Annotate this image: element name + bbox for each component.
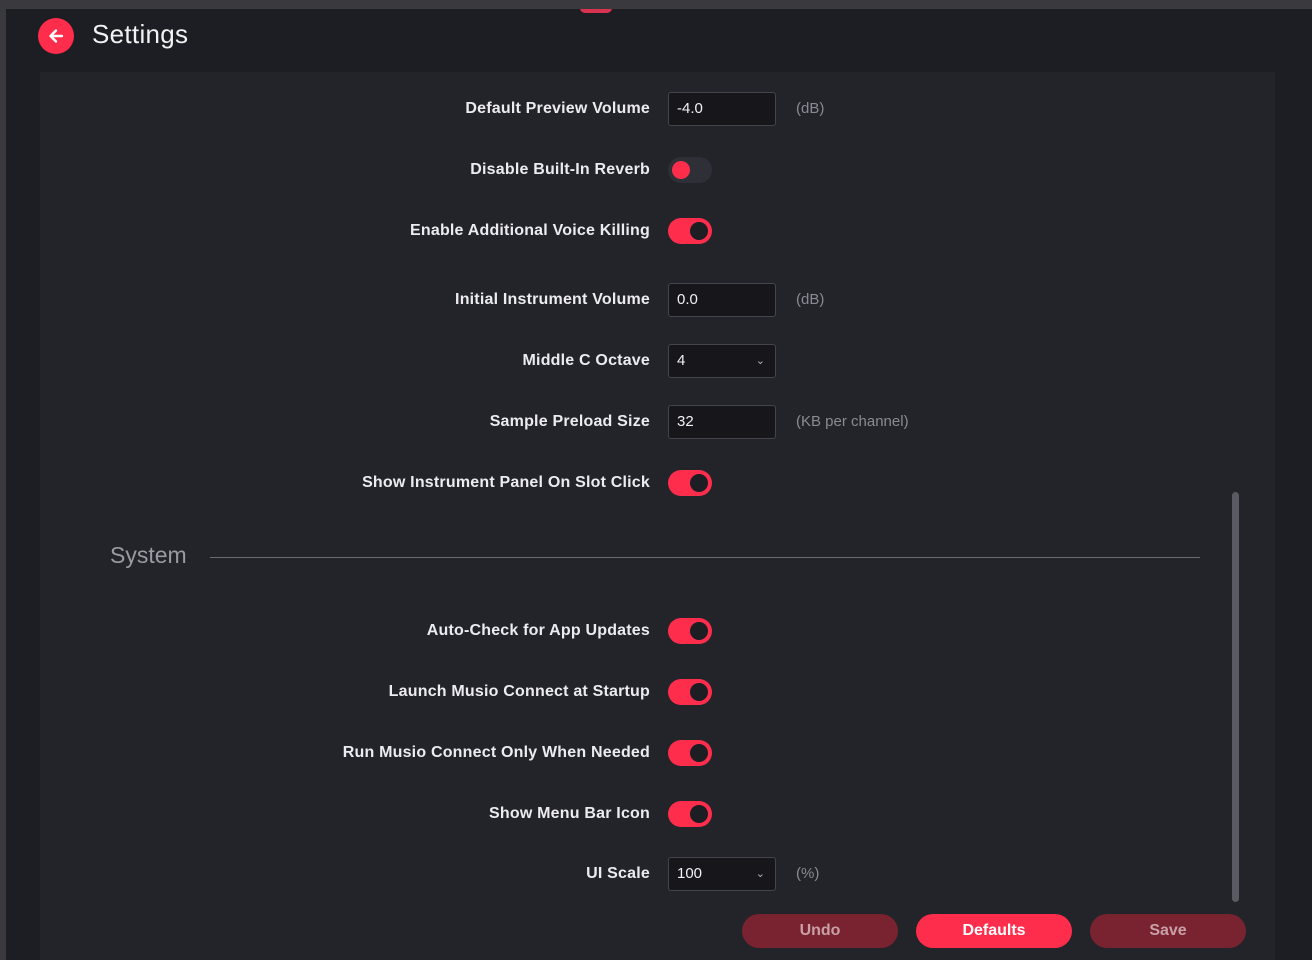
scrollbar-thumb[interactable]	[1232, 492, 1239, 902]
back-button[interactable]	[38, 18, 74, 54]
setting-label: Default Preview Volume	[465, 100, 650, 117]
sample-preload-size-input[interactable]: 32	[668, 405, 776, 439]
toggle-knob	[690, 622, 708, 640]
default-preview-volume-input[interactable]: -4.0	[668, 92, 776, 126]
setting-row-middle-c: Middle C Octave 4 ⌄	[40, 344, 1240, 378]
undo-button[interactable]: Undo	[742, 914, 898, 948]
section-title-system: System	[110, 542, 187, 568]
section-divider	[210, 557, 1200, 558]
menu-bar-icon-toggle[interactable]	[668, 801, 712, 827]
setting-row-menu-bar-icon: Show Menu Bar Icon	[40, 797, 1240, 831]
auto-check-toggle[interactable]	[668, 618, 712, 644]
unit-label: (KB per channel)	[796, 413, 909, 430]
setting-label: Run Musio Connect Only When Needed	[342, 744, 650, 761]
setting-row-preload-size: Sample Preload Size 32 (KB per channel)	[40, 405, 1240, 439]
toggle-knob	[690, 222, 708, 240]
setting-label: Auto-Check for App Updates	[426, 622, 650, 639]
disable-reverb-toggle[interactable]	[668, 157, 712, 183]
select-value: 4	[677, 352, 686, 369]
unit-label: (%)	[796, 865, 820, 882]
setting-row-run-connect: Run Musio Connect Only When Needed	[40, 736, 1240, 770]
settings-panel: Default Preview Volume -4.0 (dB) Disable…	[40, 72, 1275, 960]
toggle-knob	[690, 744, 708, 762]
launch-connect-toggle[interactable]	[668, 679, 712, 705]
save-button[interactable]: Save	[1090, 914, 1246, 948]
chevron-down-icon: ⌄	[755, 868, 765, 880]
setting-label: Sample Preload Size	[489, 413, 650, 430]
setting-row-ui-scale: UI Scale 100 ⌄ (%)	[40, 857, 1240, 891]
settings-window: Settings Default Preview Volume -4.0 (dB…	[6, 9, 1312, 960]
voice-killing-toggle[interactable]	[668, 218, 712, 244]
setting-label: Disable Built-In Reverb	[470, 161, 650, 178]
setting-row-voice-killing: Enable Additional Voice Killing	[40, 214, 1240, 248]
run-connect-toggle[interactable]	[668, 740, 712, 766]
setting-row-auto-check: Auto-Check for App Updates	[40, 614, 1240, 648]
setting-label: Launch Musio Connect at Startup	[388, 683, 650, 700]
setting-row-instrument-panel: Show Instrument Panel On Slot Click	[40, 466, 1240, 500]
toggle-knob	[690, 474, 708, 492]
select-value: 100	[677, 865, 703, 882]
header: Settings	[6, 9, 1312, 72]
default-preview-volume-field[interactable]: -4.0	[668, 92, 776, 126]
setting-label: Middle C Octave	[522, 352, 650, 369]
setting-label: Show Menu Bar Icon	[489, 805, 650, 822]
arrow-left-icon	[49, 29, 64, 43]
chevron-down-icon: ⌄	[755, 355, 765, 367]
toggle-knob	[690, 805, 708, 823]
setting-label: UI Scale	[586, 865, 650, 882]
ui-scale-select[interactable]: 100 ⌄	[668, 857, 776, 891]
unit-label: (dB)	[796, 291, 825, 308]
setting-label: Enable Additional Voice Killing	[410, 222, 650, 239]
setting-row-default-preview-volume: Default Preview Volume -4.0 (dB)	[40, 92, 1240, 126]
setting-label: Show Instrument Panel On Slot Click	[362, 474, 650, 491]
middle-c-octave-select[interactable]: 4 ⌄	[668, 344, 776, 378]
setting-row-launch-connect: Launch Musio Connect at Startup	[40, 675, 1240, 709]
setting-row-instrument-volume: Initial Instrument Volume 0.0 (dB)	[40, 283, 1240, 317]
instrument-volume-input[interactable]: 0.0	[668, 283, 776, 317]
unit-label: (dB)	[796, 100, 825, 117]
page-title: Settings	[92, 19, 189, 49]
setting-label: Initial Instrument Volume	[455, 291, 650, 308]
setting-row-disable-reverb: Disable Built-In Reverb	[40, 153, 1240, 187]
defaults-button[interactable]: Defaults	[916, 914, 1072, 948]
toggle-knob	[690, 683, 708, 701]
instrument-panel-toggle[interactable]	[668, 470, 712, 496]
toggle-knob	[672, 161, 690, 179]
